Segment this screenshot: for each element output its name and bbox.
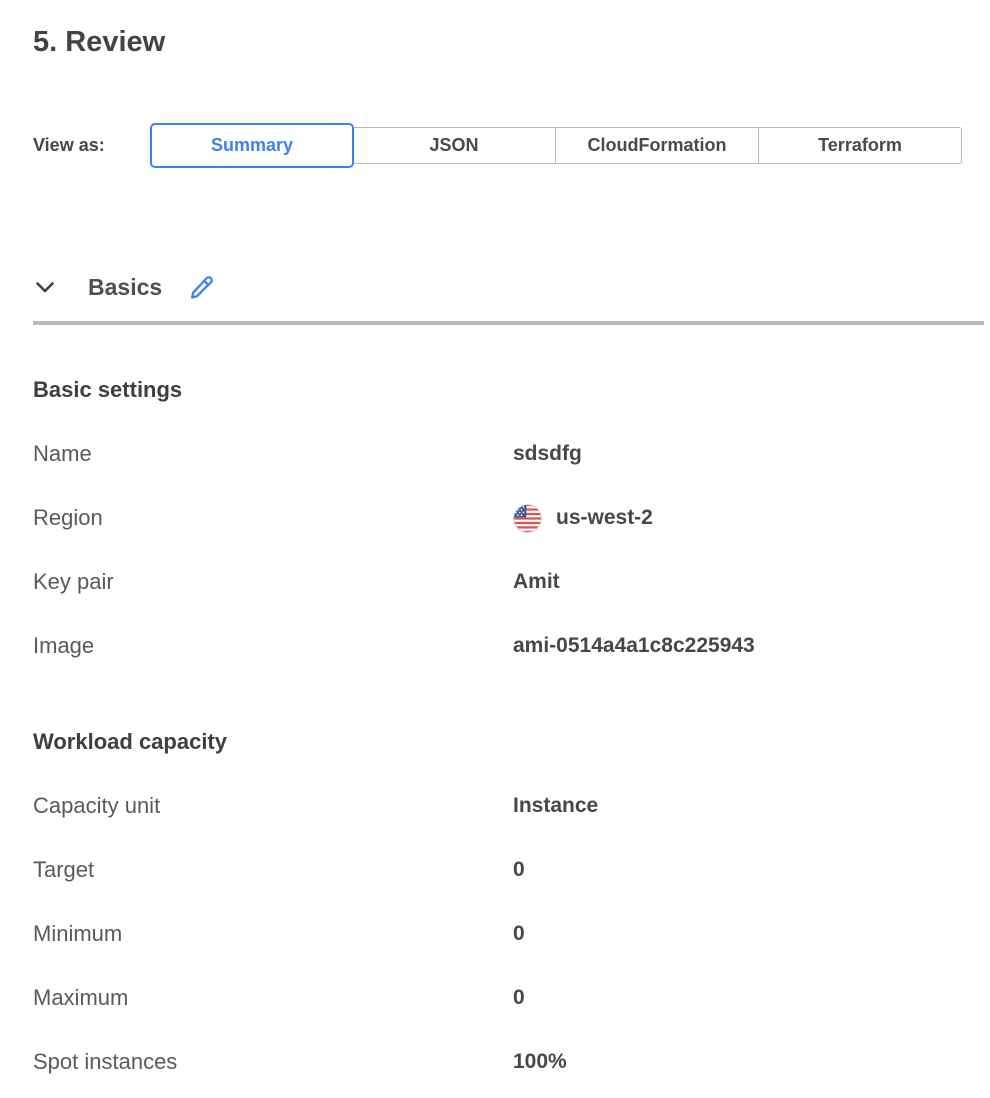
row-value: 0 [513, 858, 525, 882]
summary-row-capacity-unit: Capacity unit Instance [33, 774, 984, 838]
summary-row-region: Region [33, 486, 984, 550]
summary-row-maximum: Maximum 0 [33, 966, 984, 1030]
section-divider [33, 321, 984, 325]
pencil-icon[interactable] [188, 274, 214, 300]
page-title: 5. Review [33, 24, 984, 60]
group-heading-workload-capacity: Workload capacity [33, 710, 984, 774]
row-label: Maximum [33, 985, 513, 1011]
row-label: Minimum [33, 921, 513, 947]
summary-row-target: Target 0 [33, 838, 984, 902]
us-flag-icon [513, 504, 542, 533]
chevron-down-icon[interactable] [33, 275, 57, 299]
view-as-label: View as: [33, 135, 150, 156]
summary-row-minimum: Minimum 0 [33, 902, 984, 966]
row-value: Amit [513, 570, 560, 594]
review-step-page: 5. Review View as: Summary JSON CloudFor… [0, 24, 990, 1094]
basics-section-header: Basics [33, 264, 984, 310]
summary-row-spot-instances: Spot instances 100% [33, 1030, 984, 1094]
summary-row-image: Image ami-0514a4a1c8c225943 [33, 614, 984, 678]
row-label: Region [33, 505, 513, 531]
row-label: Key pair [33, 569, 513, 595]
tab-terraform[interactable]: Terraform [758, 127, 962, 164]
region-value-text: us-west-2 [556, 506, 653, 530]
row-label: Capacity unit [33, 793, 513, 819]
summary-row-name: Name sdsdfg [33, 422, 984, 486]
row-label: Image [33, 633, 513, 659]
row-value: Instance [513, 794, 598, 818]
tab-summary[interactable]: Summary [150, 123, 354, 168]
view-as-tab-group: Summary JSON CloudFormation Terraform [150, 123, 962, 168]
row-value: 0 [513, 922, 525, 946]
tab-json[interactable]: JSON [352, 127, 556, 164]
row-value: 0 [513, 986, 525, 1010]
group-heading-basic-settings: Basic settings [33, 358, 984, 422]
row-label: Spot instances [33, 1049, 513, 1075]
row-value: ami-0514a4a1c8c225943 [513, 634, 755, 658]
row-label: Name [33, 441, 513, 467]
tab-cloudformation[interactable]: CloudFormation [555, 127, 759, 164]
view-as-row: View as: Summary JSON CloudFormation Ter… [33, 122, 984, 168]
row-value: 100% [513, 1050, 567, 1074]
basics-section-title: Basics [88, 274, 162, 301]
row-value: sdsdfg [513, 442, 582, 466]
summary-row-key-pair: Key pair Amit [33, 550, 984, 614]
row-value: us-west-2 [513, 504, 653, 533]
row-label: Target [33, 857, 513, 883]
